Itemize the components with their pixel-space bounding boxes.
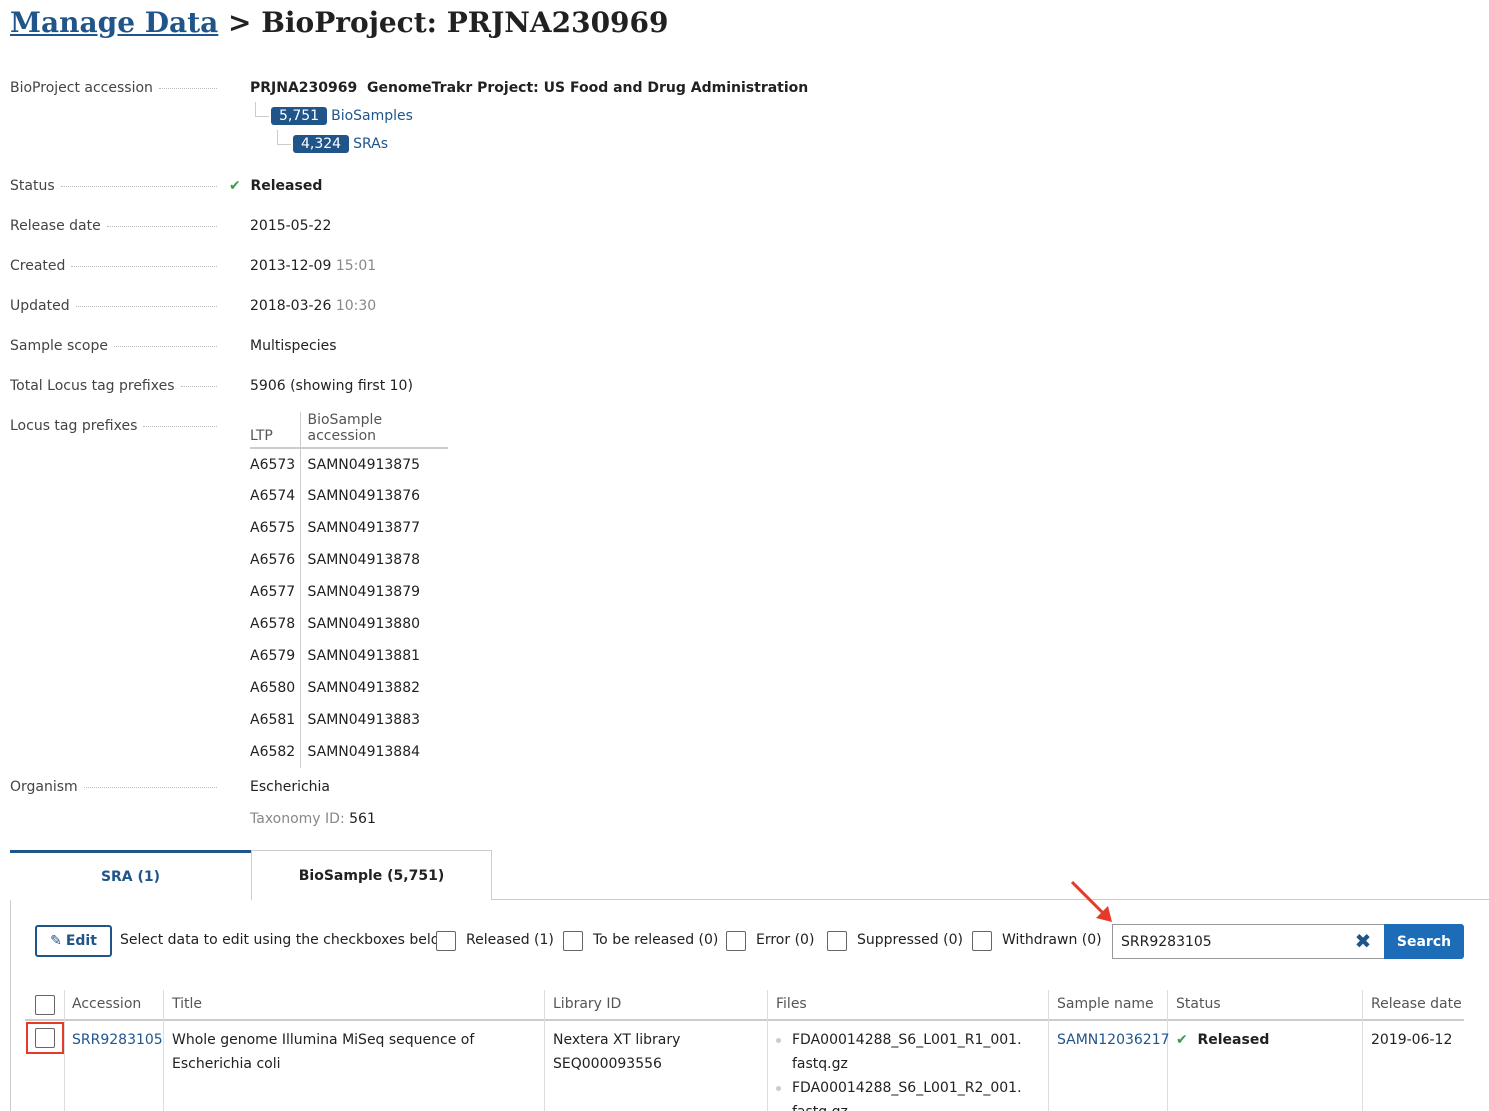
organism-value: Escherichia — [250, 779, 331, 795]
status-label: Status — [10, 178, 217, 194]
table-row: A6582 SAMN04913884 — [250, 736, 448, 768]
select-all-checkbox[interactable] — [35, 995, 55, 1015]
column-separator — [1362, 990, 1363, 1111]
biosamples-link[interactable]: 5,751 BioSamples — [271, 107, 413, 125]
row-title: Whole genome Illumina MiSeq sequence of … — [172, 1032, 475, 1072]
column-separator — [163, 990, 164, 1111]
taxonomy-id: Taxonomy ID: 561 — [250, 811, 376, 827]
search-input[interactable]: SRR9283105 — [1112, 924, 1385, 959]
row-release-date: 2019-06-12 — [1371, 1032, 1453, 1048]
filter-to-be-released-checkbox[interactable] — [563, 931, 583, 951]
column-separator — [544, 990, 545, 1111]
header-divider — [25, 1019, 1464, 1021]
organism-label: Organism — [10, 779, 217, 795]
filter-suppressed-label: Suppressed (0) — [857, 932, 963, 948]
row-status: ✔ Released — [1176, 1032, 1270, 1048]
sample-scope-value: Multispecies — [250, 338, 337, 354]
filter-released-checkbox[interactable] — [436, 931, 456, 951]
updated-value: 2018-03-26 10:30 — [250, 298, 377, 314]
breadcrumb-separator: > — [228, 6, 252, 39]
column-separator — [64, 990, 65, 1111]
created-value: 2013-12-09 15:01 — [250, 258, 377, 274]
table-row: A6577 SAMN04913879 — [250, 576, 448, 608]
table-row: A6576 SAMN04913878 — [250, 544, 448, 576]
ltp-header: LTP — [250, 412, 301, 449]
table-row: A6578 SAMN04913880 — [250, 608, 448, 640]
accession-id: PRJNA230969 — [250, 80, 358, 96]
annotation-highlight-box — [26, 1022, 64, 1054]
annotation-arrow-icon — [1070, 880, 1112, 922]
updated-label: Updated — [10, 298, 217, 314]
col-status[interactable]: Status — [1176, 996, 1221, 1012]
table-row: A6580 SAMN04913882 — [250, 672, 448, 704]
row-library-id: Nextera XT library SEQ000093556 — [553, 1032, 681, 1072]
bioproject-title: BioProject: PRJNA230969 — [261, 6, 669, 39]
col-sample-name[interactable]: Sample name — [1057, 996, 1154, 1012]
col-release-date[interactable]: Release date — [1371, 996, 1462, 1012]
col-accession[interactable]: Accession — [72, 996, 141, 1012]
check-icon: ✔ — [1176, 1032, 1188, 1048]
file-item: FDA00014288_S6_L001_R2_001. fastq.gz — [774, 1076, 1022, 1111]
col-title[interactable]: Title — [172, 996, 202, 1012]
pencil-icon: ✎ — [50, 933, 62, 949]
clear-search-icon[interactable]: ✖ — [1353, 930, 1373, 952]
edit-instruction: Select data to edit using the checkboxes… — [120, 932, 451, 948]
ltp-table: LTP BioSample accession A6573 SAMN0491387… — [250, 412, 448, 768]
manage-data-link[interactable]: Manage Data — [10, 6, 218, 39]
created-label: Created — [10, 258, 217, 274]
tab-bar: SRA (1) BioSample (5,751) — [10, 850, 492, 900]
status-value: ✔ Released — [229, 178, 323, 194]
tab-sra[interactable]: SRA (1) — [10, 850, 251, 900]
filter-withdrawn-label: Withdrawn (0) — [1002, 932, 1102, 948]
check-icon: ✔ — [229, 178, 241, 194]
table-row: A6579 SAMN04913881 — [250, 640, 448, 672]
biosample-accession-header: BioSample accession — [300, 412, 448, 449]
filter-released-label: Released (1) — [466, 932, 554, 948]
col-library-id[interactable]: Library ID — [553, 996, 621, 1012]
row-sample-name-link[interactable]: SAMN12036217 — [1057, 1028, 1170, 1052]
row-accession-link[interactable]: SRR9283105 — [72, 1028, 163, 1052]
release-date-label: Release date — [10, 218, 217, 234]
filter-suppressed-checkbox[interactable] — [827, 931, 847, 951]
table-row: A6573 SAMN04913875 — [250, 448, 448, 480]
total-ltp-label: Total Locus tag prefixes — [10, 378, 217, 394]
sample-scope-label: Sample scope — [10, 338, 217, 354]
search-button[interactable]: Search — [1384, 924, 1464, 959]
biosamples-count-badge: 5,751 — [271, 107, 328, 125]
col-files[interactable]: Files — [776, 996, 807, 1012]
column-separator — [1048, 990, 1049, 1111]
filter-withdrawn-checkbox[interactable] — [972, 931, 992, 951]
file-item: FDA00014288_S6_L001_R1_001. fastq.gz — [774, 1028, 1022, 1076]
edit-button[interactable]: ✎ Edit — [35, 925, 112, 957]
ltp-label: Locus tag prefixes — [10, 418, 217, 434]
sras-count-badge: 4,324 — [293, 135, 350, 153]
filter-to-be-released-label: To be released (0) — [593, 932, 719, 948]
tab-biosample[interactable]: BioSample (5,751) — [251, 850, 492, 900]
accession-label: BioProject accession — [10, 80, 217, 96]
release-date-value: 2015-05-22 — [250, 218, 332, 234]
tree-connector — [255, 102, 269, 117]
table-row: A6574 SAMN04913876 — [250, 480, 448, 512]
table-row: A6575 SAMN04913877 — [250, 512, 448, 544]
table-row: A6581 SAMN04913883 — [250, 704, 448, 736]
total-ltp-value: 5906 (showing first 10) — [250, 378, 413, 394]
filter-error-label: Error (0) — [756, 932, 815, 948]
tree-connector — [277, 130, 291, 145]
row-files: FDA00014288_S6_L001_R1_001. fastq.gz FDA… — [774, 1028, 1022, 1111]
page-title: Manage Data > BioProject: PRJNA230969 — [10, 6, 669, 39]
sras-link[interactable]: 4,324 SRAs — [293, 135, 388, 153]
accession-value: PRJNA230969 GenomeTrakr Project: US Food… — [250, 80, 808, 96]
filter-error-checkbox[interactable] — [726, 931, 746, 951]
accession-title: GenomeTrakr Project: US Food and Drug Ad… — [367, 80, 809, 96]
column-separator — [767, 990, 768, 1111]
